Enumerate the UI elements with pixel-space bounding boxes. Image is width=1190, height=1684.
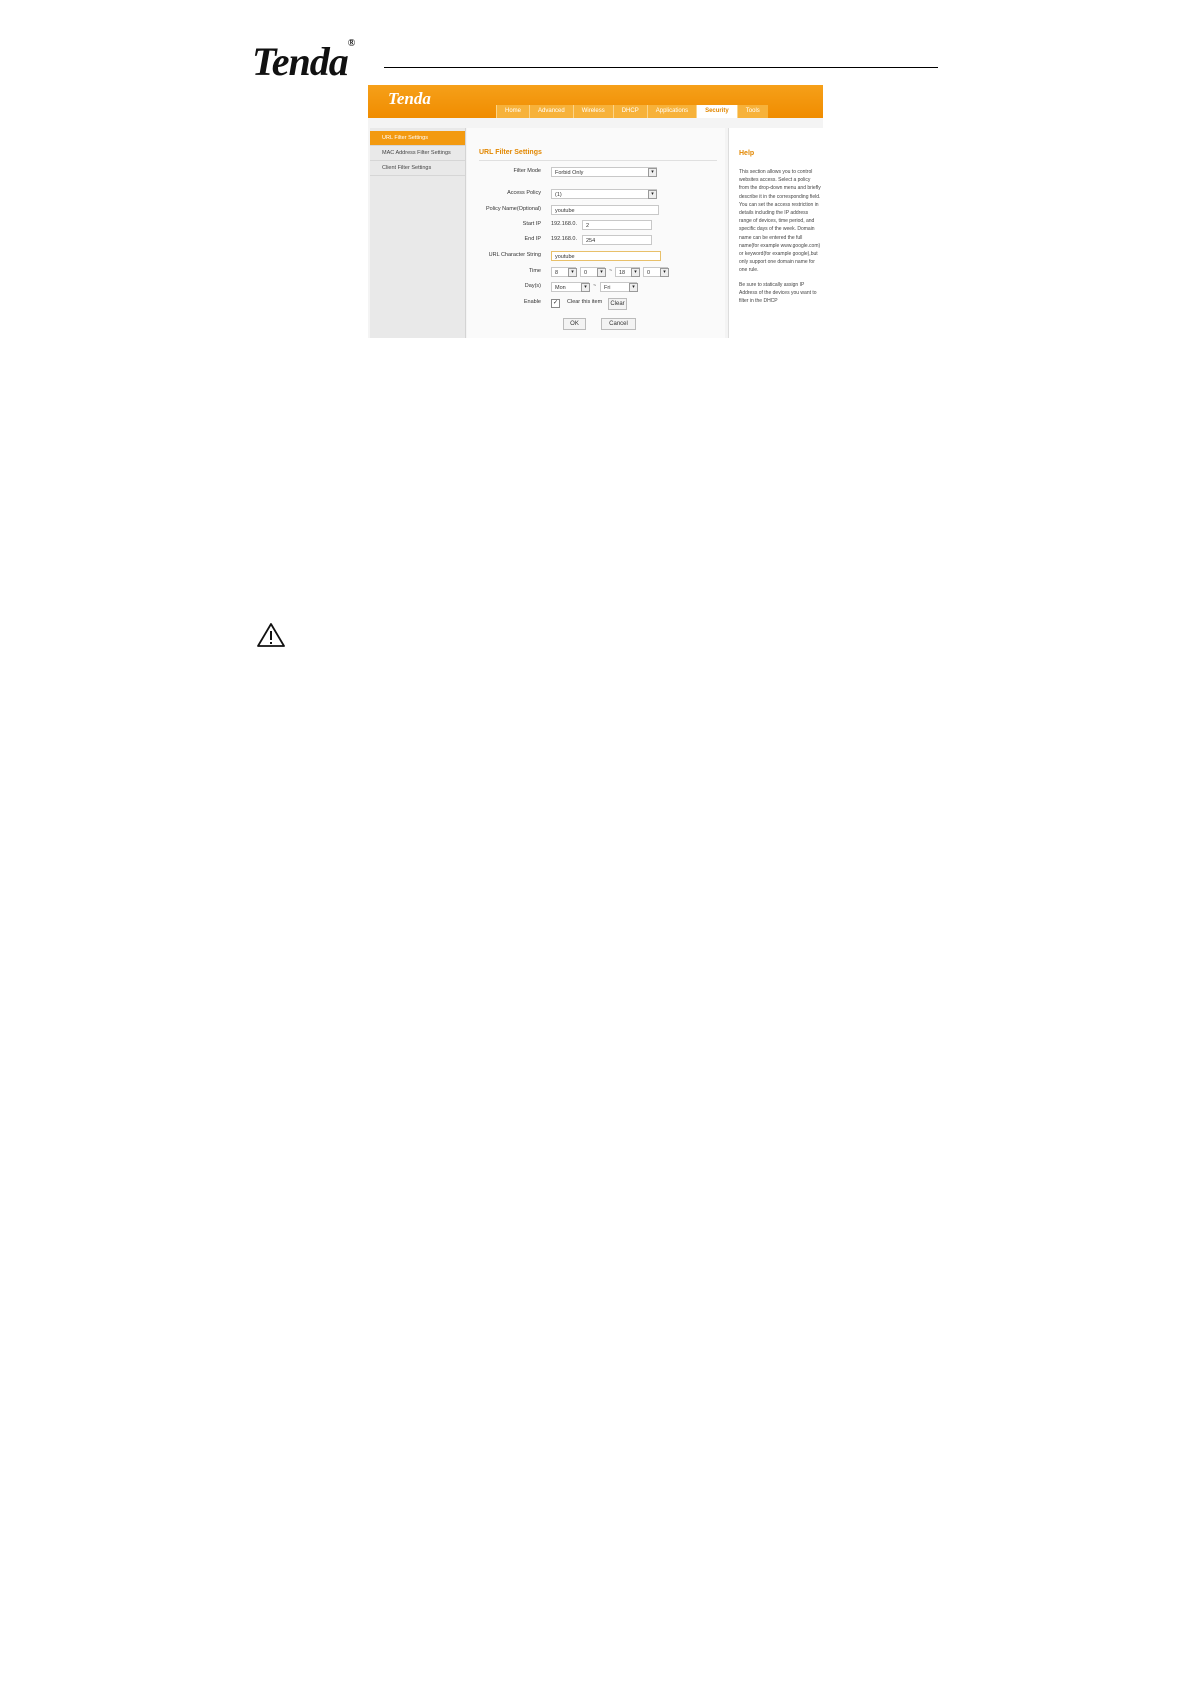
sidebar-item-mac-filter[interactable]: MAC Address Filter Settings [370, 146, 465, 161]
chevron-down-icon[interactable]: ▾ [648, 190, 657, 199]
chevron-down-icon[interactable]: ▾ [629, 283, 638, 292]
policy-name-input[interactable]: youtube [551, 205, 659, 215]
tab-tools[interactable]: Tools [736, 105, 768, 118]
url-string-input[interactable]: youtube [551, 251, 661, 261]
router-ui-screenshot: Tenda Home Advanced Wireless DHCP Applic… [368, 85, 823, 338]
policy-name-row: Policy Name(Optional) youtube [467, 205, 725, 216]
tab-wireless[interactable]: Wireless [572, 105, 613, 118]
tab-security[interactable]: Security [696, 105, 737, 118]
sidebar-item-client-filter[interactable]: Client Filter Settings [370, 161, 465, 176]
enable-row: Enable ✓ Clear this item Clear [467, 298, 725, 310]
access-policy-select[interactable]: (1) [551, 189, 657, 199]
chevron-down-icon[interactable]: ▾ [648, 168, 657, 177]
chevron-down-icon[interactable]: ▾ [581, 283, 590, 292]
url-string-row: URL Character String youtube [467, 251, 725, 262]
url-filter-form: URL Filter Settings Filter Mode Forbid O… [467, 128, 725, 338]
sidebar-item-url-filter[interactable]: URL Filter Settings [370, 131, 465, 146]
time-separator: ~ [609, 268, 613, 274]
start-ip-row: Start IP 192.168.0. 2 [467, 220, 725, 231]
start-ip-label: Start IP [522, 221, 541, 227]
filter-mode-label: Filter Mode [513, 168, 541, 174]
main-nav: Home Advanced Wireless DHCP Applications… [496, 105, 768, 118]
help-paragraph: Be sure to statically assign IP Address … [739, 281, 817, 305]
warning-icon [257, 623, 285, 647]
ok-button[interactable]: OK [563, 318, 586, 330]
form-divider [479, 160, 717, 161]
help-panel: Help This section allows you to control … [728, 128, 823, 338]
end-ip-row: End IP 192.168.0. 254 [467, 235, 725, 246]
days-label: Day(s) [524, 283, 541, 289]
policy-name-label: Policy Name(Optional) [485, 206, 541, 212]
days-row: Day(s) Mon ▾ ~ Fri ▾ [467, 282, 725, 293]
chevron-down-icon[interactable]: ▾ [597, 268, 606, 277]
help-title: Help [739, 150, 755, 157]
tab-advanced[interactable]: Advanced [529, 105, 573, 118]
enable-checkbox[interactable]: ✓ [551, 299, 560, 308]
tab-applications[interactable]: Applications [646, 105, 697, 118]
tab-home[interactable]: Home [496, 105, 530, 118]
url-string-label: URL Character String [488, 252, 541, 258]
start-ip-prefix: 192.168.0. [551, 221, 577, 227]
clear-button[interactable]: Clear [608, 298, 627, 310]
end-ip-label: End IP [524, 236, 541, 242]
access-policy-row: Access Policy (1) ▾ [467, 189, 725, 200]
day-separator: ~ [593, 283, 597, 289]
end-ip-input[interactable]: 254 [582, 235, 652, 245]
tab-dhcp[interactable]: DHCP [612, 105, 647, 118]
form-title: URL Filter Settings [479, 149, 542, 156]
time-label: Time [528, 268, 541, 274]
document-logo: Tenda® [252, 38, 355, 84]
chevron-down-icon[interactable]: ▾ [660, 268, 669, 277]
help-paragraph: This section allows you to control websi… [739, 169, 821, 274]
top-bar: Tenda Home Advanced Wireless DHCP Applic… [368, 85, 823, 118]
end-ip-prefix: 192.168.0. [551, 236, 577, 242]
filter-mode-row: Filter Mode Forbid Only ▾ [467, 167, 725, 178]
sidebar: URL Filter Settings MAC Address Filter S… [370, 128, 466, 338]
header-rule [384, 67, 938, 68]
filter-mode-select[interactable]: Forbid Only [551, 167, 657, 177]
chevron-down-icon[interactable]: ▾ [568, 268, 577, 277]
cancel-button[interactable]: Cancel [601, 318, 636, 330]
time-row: Time 8 ▾ 0 ▾ ~ 18 ▾ 0 ▾ [467, 267, 725, 278]
app-logo: Tenda [388, 89, 431, 108]
access-policy-label: Access Policy [507, 190, 541, 196]
start-ip-input[interactable]: 2 [582, 220, 652, 230]
chevron-down-icon[interactable]: ▾ [631, 268, 640, 277]
clear-item-label: Clear this item [567, 299, 603, 305]
help-text: This section allows you to control websi… [739, 168, 821, 311]
enable-label: Enable [523, 299, 541, 305]
